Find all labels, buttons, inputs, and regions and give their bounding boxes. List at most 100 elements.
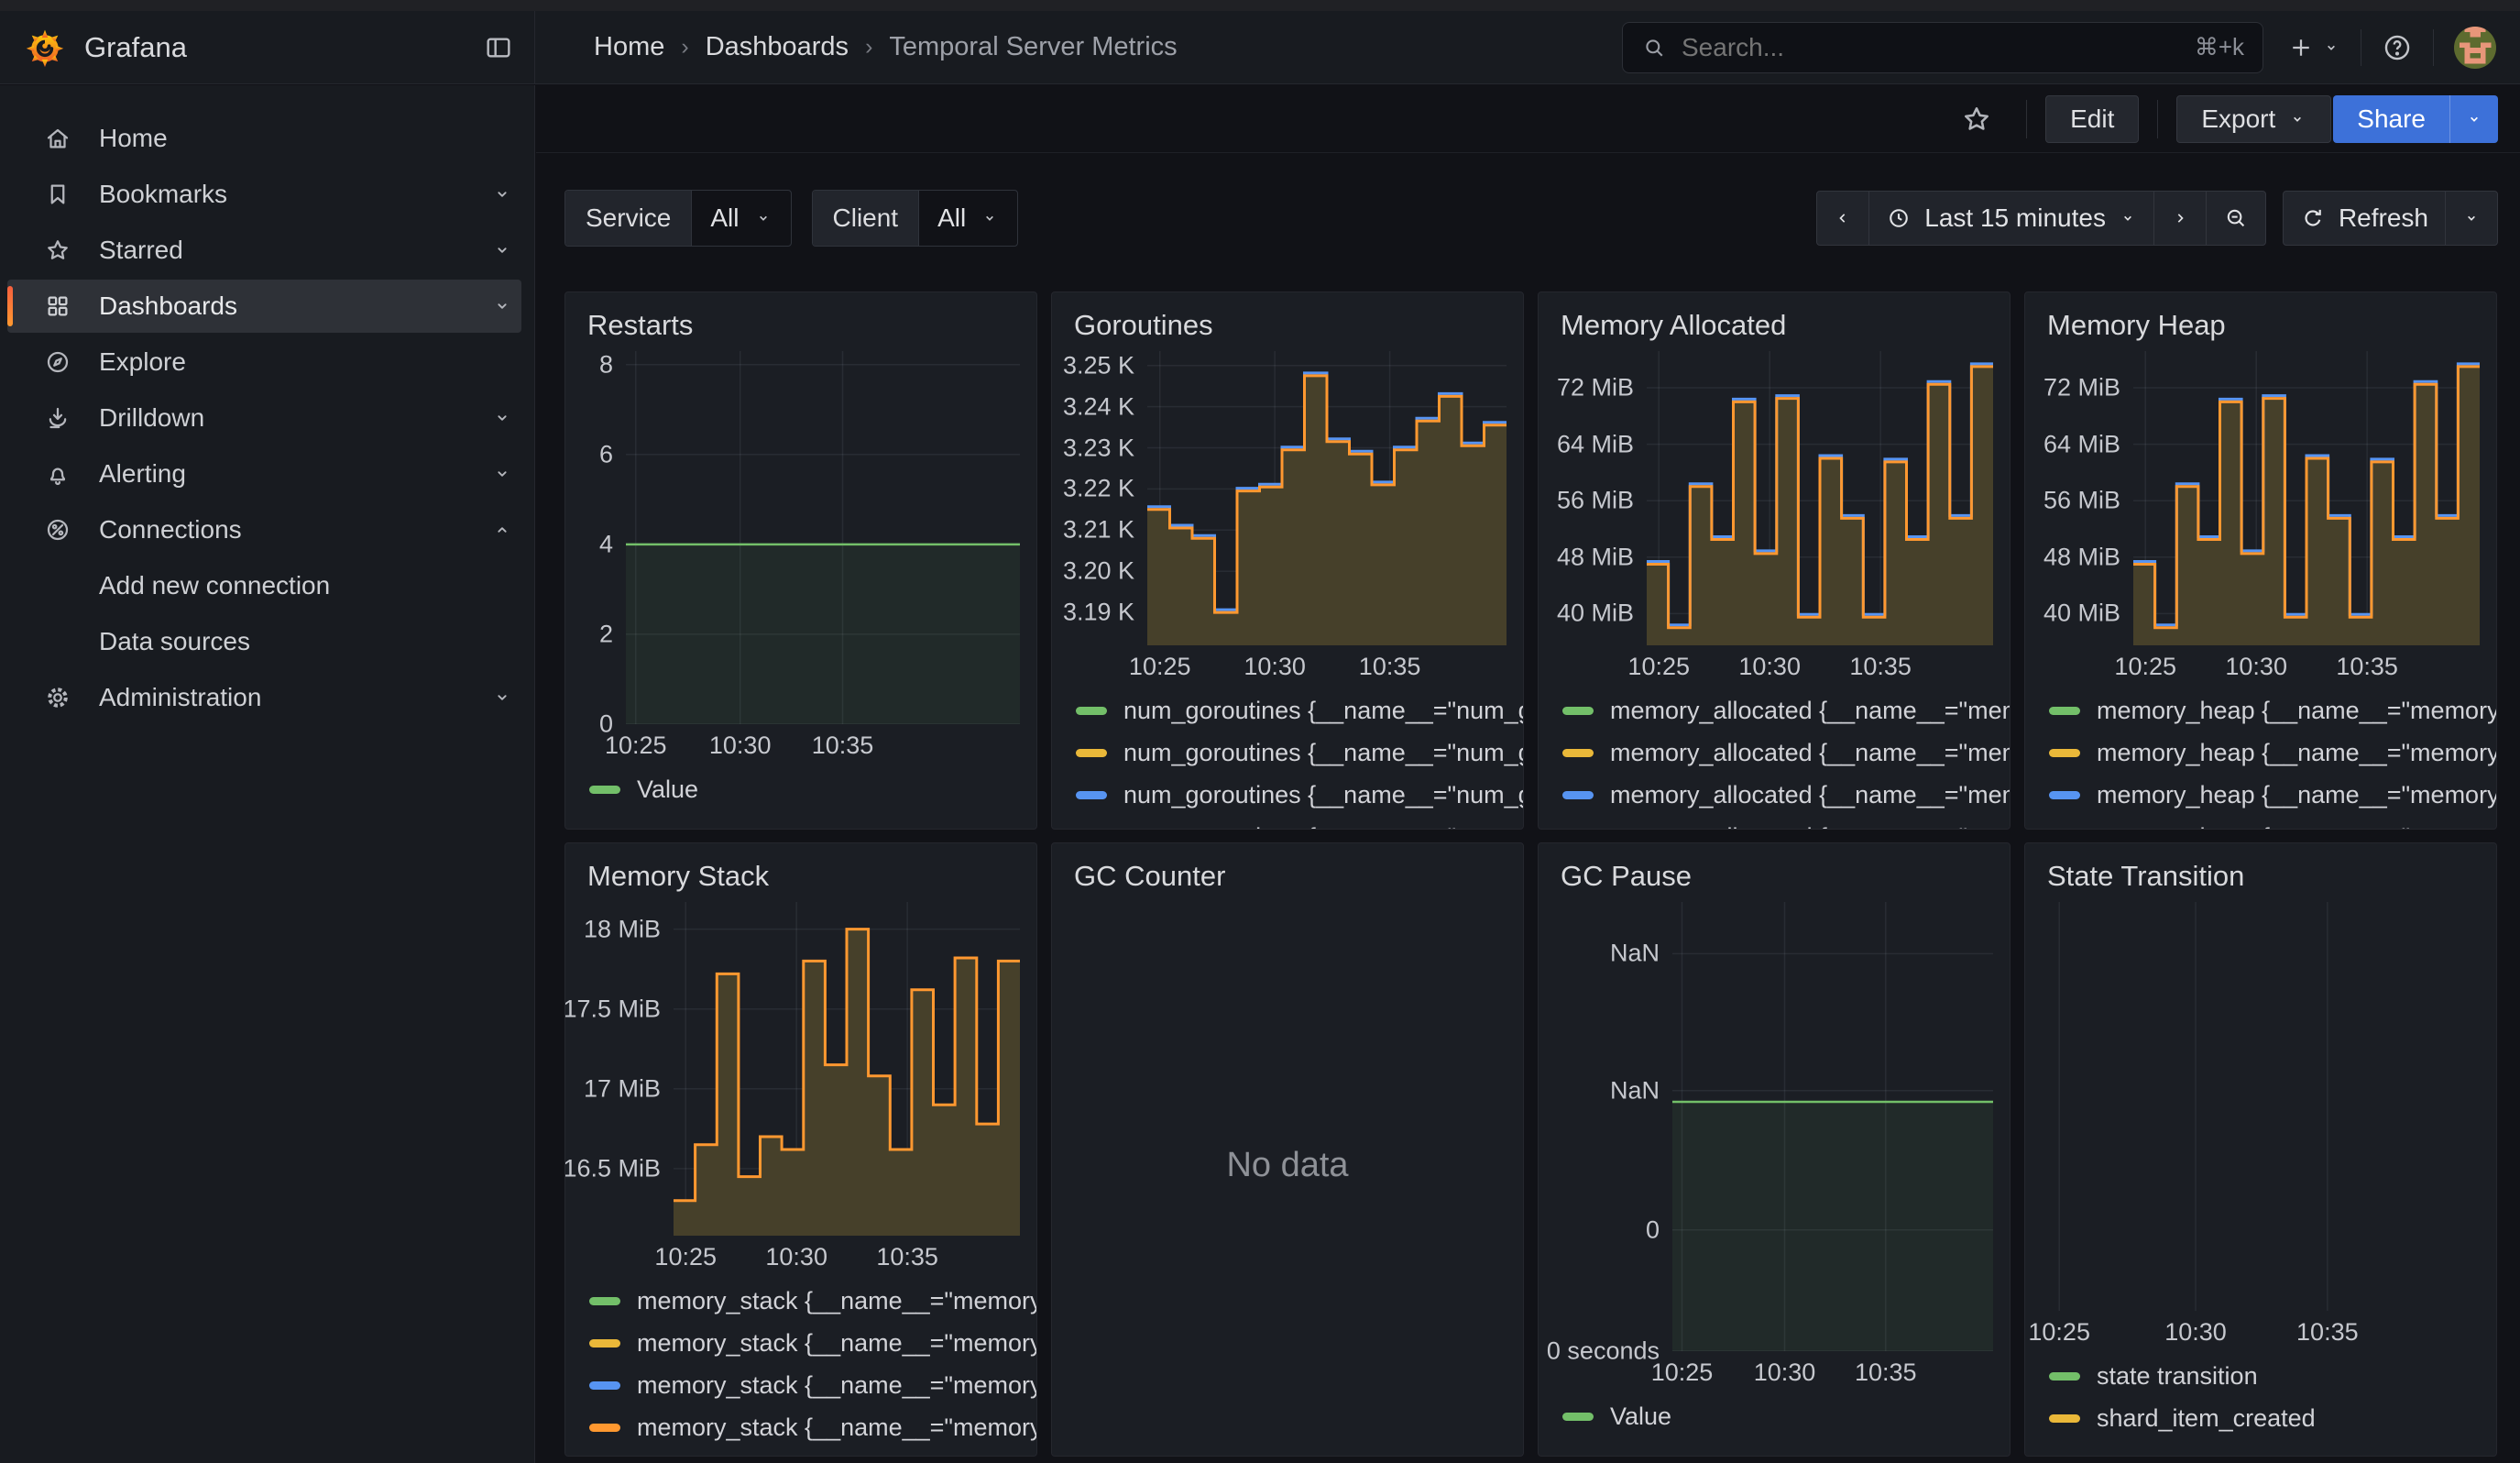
legend-item[interactable]: num_goroutines {__name__="num_go (1076, 774, 1523, 816)
client-filter[interactable]: Client All (812, 190, 1019, 247)
legend-item[interactable]: memory_allocated {__name__="memo (1562, 732, 2010, 774)
variable-filters: Service All Client All (564, 190, 1018, 247)
grafana-logo-icon[interactable] (24, 27, 66, 69)
chart-plot[interactable] (626, 351, 1020, 724)
sidebar-item-home[interactable]: Home (7, 112, 521, 165)
sidebar-item-connections[interactable]: Connections (7, 503, 521, 556)
legend-label: memory_stack {__name__="memory_s (637, 1287, 1036, 1315)
chevron-down-icon[interactable] (492, 240, 512, 260)
breadcrumb: Home › Dashboards › Temporal Server Metr… (594, 32, 1178, 62)
legend-label: num_goroutines {__name__="num_go (1123, 697, 1523, 725)
sidebar-item-label: Home (99, 124, 168, 153)
panel-goroutines[interactable]: Goroutines 3.25 K3.24 K3.23 K3.22 K3.21 … (1051, 292, 1524, 830)
refresh-interval-button[interactable] (2445, 191, 2498, 246)
panel-title[interactable]: Restarts (565, 292, 1036, 351)
legend-item[interactable]: Value (589, 768, 1036, 810)
chart-plot[interactable] (674, 902, 1020, 1236)
legend-item[interactable]: memory_allocated {__name__="memo (1562, 816, 2010, 829)
favorite-star-icon[interactable] (1960, 103, 1993, 136)
time-shift-forward-button[interactable] (2153, 191, 2207, 246)
sidebar-item-dashboards[interactable]: Dashboards (7, 280, 521, 333)
legend-item[interactable]: memory_allocated {__name__="memo (1562, 689, 2010, 732)
chevron-down-icon (754, 209, 772, 227)
y-tick-label: 3.23 K (1063, 434, 1134, 462)
sidebar-item-administration[interactable]: Administration (7, 671, 521, 724)
chevron-down-icon[interactable] (492, 688, 512, 708)
legend-item[interactable]: memory_stack {__name__="memory_s (589, 1406, 1036, 1448)
legend-item[interactable]: Value (1562, 1395, 2010, 1437)
panel-memory-allocated[interactable]: Memory Allocated 72 MiB64 MiB56 MiB48 Mi… (1538, 292, 2011, 830)
legend: memory_heap {__name__="memory_hmemory_he… (2025, 686, 2496, 829)
panel-gc-pause[interactable]: GC Pause NaNNaN00 seconds 10:2510:3010:3… (1538, 842, 2011, 1457)
panel-title[interactable]: GC Pause (1539, 843, 2010, 902)
breadcrumb-dashboards[interactable]: Dashboards (706, 32, 849, 62)
help-icon[interactable] (2382, 32, 2413, 63)
chevron-down-icon[interactable] (492, 184, 512, 204)
panel-gc-counter[interactable]: GC Counter No data (1051, 842, 1524, 1457)
panel-restarts[interactable]: Restarts 86420 10:2510:3010:35 Value (564, 292, 1037, 830)
legend-item[interactable]: num_goroutines {__name__="num_go (1076, 689, 1523, 732)
x-axis: 10:2510:3010:35 (626, 724, 1036, 764)
y-tick-label: 2 (599, 620, 613, 648)
chart-plot[interactable] (2025, 902, 2480, 1311)
x-tick-label: 10:35 (876, 1243, 938, 1271)
new-menu-button[interactable] (2287, 34, 2340, 61)
panel-title[interactable]: GC Counter (1052, 843, 1523, 902)
legend-item[interactable]: memory_stack {__name__="memory_s (589, 1364, 1036, 1406)
panel-title[interactable]: Memory Allocated (1539, 292, 2010, 351)
sidebar-toggle-icon[interactable] (483, 33, 514, 62)
sidebar-item-explore[interactable]: Explore (7, 336, 521, 389)
panel-memory-heap[interactable]: Memory Heap 72 MiB64 MiB56 MiB48 MiB40 M… (2024, 292, 2497, 830)
legend-item[interactable]: shard_item_created (2049, 1397, 2496, 1439)
chevron-down-icon[interactable] (492, 464, 512, 484)
time-range-picker[interactable]: Last 15 minutes (1868, 191, 2154, 246)
legend-item[interactable]: memory_heap {__name__="memory_h (2049, 689, 2496, 732)
avatar[interactable] (2454, 27, 2496, 69)
legend-item[interactable]: memory_stack {__name__="memory_s (589, 1322, 1036, 1364)
panel-state-transition[interactable]: State Transition 10:2510:3010:35 state t… (2024, 842, 2497, 1457)
panel-title[interactable]: State Transition (2025, 843, 2496, 902)
legend-item[interactable]: memory_heap {__name__="memory_h (2049, 774, 2496, 816)
sidebar-item-alerting[interactable]: Alerting (7, 447, 521, 500)
zoom-out-button[interactable] (2206, 191, 2266, 246)
chart-plot[interactable] (2133, 351, 2480, 645)
edit-button[interactable]: Edit (2045, 95, 2139, 143)
service-filter[interactable]: Service All (564, 190, 792, 247)
chart-plot[interactable] (1147, 351, 1507, 645)
panel-title[interactable]: Memory Heap (2025, 292, 2496, 351)
refresh-button-label: Refresh (2339, 204, 2428, 233)
time-shift-back-button[interactable] (1816, 191, 1869, 246)
legend-item[interactable]: memory_heap {__name__="memory_h (2049, 732, 2496, 774)
legend-item[interactable]: state transition (2049, 1355, 2496, 1397)
sidebar-item-data-sources[interactable]: Data sources (7, 615, 521, 668)
legend-item[interactable]: memory_heap {__name__="memory_h (2049, 816, 2496, 829)
chevron-down-icon[interactable] (492, 408, 512, 428)
legend-item[interactable]: memory_stack {__name__="memory_s (589, 1280, 1036, 1322)
legend-item[interactable]: num_goroutines {__name__="num_go (1076, 732, 1523, 774)
panel-title[interactable]: Goroutines (1052, 292, 1523, 351)
sidebar-item-starred[interactable]: Starred (7, 224, 521, 277)
legend-item[interactable]: num_goroutines {__name__="num_go (1076, 816, 1523, 829)
x-tick-label: 10:25 (2114, 653, 2176, 681)
export-button[interactable]: Export (2176, 95, 2331, 143)
search-box[interactable]: ⌘+k (1622, 22, 2263, 73)
sidebar-item-bookmarks[interactable]: Bookmarks (7, 168, 521, 221)
y-tick-label: 3.21 K (1063, 516, 1134, 544)
chevron-down-icon[interactable] (492, 296, 512, 316)
sidebar-item-drilldown[interactable]: Drilldown (7, 391, 521, 445)
breadcrumb-home[interactable]: Home (594, 32, 664, 62)
panel-title[interactable]: Memory Stack (565, 843, 1036, 902)
legend-label: Value (1610, 1402, 1671, 1431)
legend-item[interactable]: memory_allocated {__name__="memo (1562, 774, 2010, 816)
share-menu-button[interactable] (2449, 95, 2498, 143)
panel-memory-stack[interactable]: Memory Stack 18 MiB17.5 MiB17 MiB16.5 Mi… (564, 842, 1037, 1457)
refresh-button[interactable]: Refresh (2283, 191, 2446, 246)
x-tick-label: 10:35 (2336, 653, 2398, 681)
share-button[interactable]: Share (2333, 95, 2449, 143)
chevron-up-icon[interactable] (492, 520, 512, 540)
chart-plot[interactable] (1672, 902, 1993, 1351)
chart-plot[interactable] (1647, 351, 1993, 645)
bell-icon (44, 460, 71, 488)
sidebar-item-add-new-connection[interactable]: Add new connection (7, 559, 521, 612)
search-input[interactable] (1680, 32, 2182, 63)
